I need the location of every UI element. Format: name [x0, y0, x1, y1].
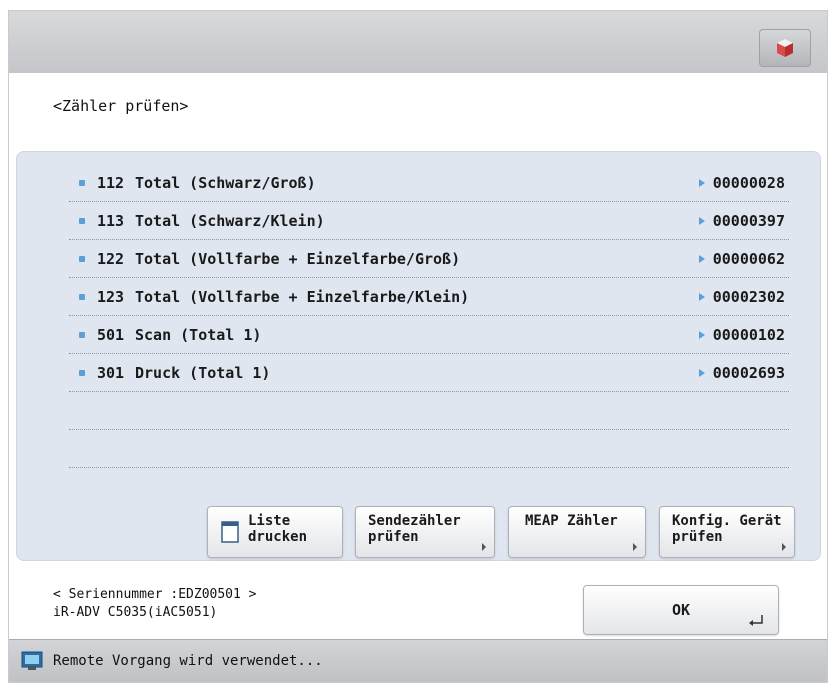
counter-label: Druck (Total 1) — [135, 363, 271, 382]
print-list-label: Liste drucken — [248, 513, 308, 545]
counter-row-empty — [69, 430, 789, 468]
serial-number: < Seriennummer :EDZ00501 > — [53, 587, 257, 602]
device-info: < Seriennummer :EDZ00501 > iR-ADV C5035(… — [53, 586, 257, 622]
counter-code: 301 — [97, 363, 125, 382]
counter-value: 00000102 — [712, 325, 785, 344]
arrow-right-icon — [698, 178, 705, 187]
check-send-counter-button[interactable]: Sendezähler prüfen — [355, 506, 495, 558]
counter-row: 112 Total (Schwarz/Groß) 00000028 — [69, 164, 789, 202]
chevron-right-icon — [782, 543, 786, 551]
top-bar — [9, 11, 827, 73]
monitor-icon — [21, 651, 43, 670]
counter-label: Total (Vollfarbe + Einzelfarbe/Groß) — [135, 249, 461, 268]
status-message: Remote Vorgang wird verwendet... — [53, 653, 323, 669]
arrow-right-icon — [698, 330, 705, 339]
ok-button[interactable]: OK — [583, 585, 779, 635]
bullet-icon — [79, 255, 85, 262]
chevron-right-icon — [633, 543, 637, 551]
counter-label: Total (Schwarz/Groß) — [135, 173, 316, 192]
chevron-right-icon — [482, 543, 486, 551]
counter-row: 301 Druck (Total 1) 00002693 — [69, 354, 789, 392]
bullet-icon — [79, 179, 85, 186]
check-device-config-button[interactable]: Konfig. Gerät prüfen — [659, 506, 795, 558]
counter-code: 123 — [97, 287, 125, 306]
counter-value: 00000397 — [712, 211, 785, 230]
arrow-right-icon — [698, 216, 705, 225]
enter-icon — [749, 615, 763, 626]
meap-counter-button[interactable]: MEAP Zähler — [508, 506, 646, 558]
counter-code: 112 — [97, 173, 125, 192]
printer-icon — [221, 521, 239, 543]
print-list-button[interactable]: Liste drucken — [207, 506, 343, 558]
counter-value: 00000062 — [712, 249, 785, 268]
arrow-right-icon — [698, 368, 705, 377]
meap-counter-label: MEAP Zähler — [525, 513, 618, 529]
counter-label: Total (Schwarz/Klein) — [135, 211, 325, 230]
page-title: <Zähler prüfen> — [53, 97, 189, 115]
counter-code: 122 — [97, 249, 125, 268]
bullet-icon — [79, 217, 85, 224]
top-right-button[interactable] — [759, 29, 811, 67]
counter-row: 122 Total (Vollfarbe + Einzelfarbe/Groß)… — [69, 240, 789, 278]
counter-row-empty — [69, 392, 789, 430]
counter-row: 113 Total (Schwarz/Klein) 00000397 — [69, 202, 789, 240]
check-device-config-label: Konfig. Gerät prüfen — [672, 513, 782, 545]
counter-value: 00002302 — [712, 287, 785, 306]
counter-row: 123 Total (Vollfarbe + Einzelfarbe/Klein… — [69, 278, 789, 316]
counter-code: 501 — [97, 325, 125, 344]
arrow-right-icon — [698, 254, 705, 263]
counter-label: Scan (Total 1) — [135, 325, 262, 344]
counter-list: 112 Total (Schwarz/Groß) 00000028 113 To… — [69, 164, 789, 468]
device-screen: <Zähler prüfen> 112 Total (Schwarz/Groß)… — [8, 10, 828, 683]
cube-icon — [777, 39, 793, 57]
status-bar: Remote Vorgang wird verwendet... — [9, 639, 827, 682]
counter-code: 113 — [97, 211, 125, 230]
bullet-icon — [79, 331, 85, 338]
arrow-right-icon — [698, 292, 705, 301]
counter-value: 00000028 — [712, 173, 785, 192]
counter-panel: 112 Total (Schwarz/Groß) 00000028 113 To… — [16, 151, 821, 561]
bullet-icon — [79, 369, 85, 376]
counter-row: 501 Scan (Total 1) 00000102 — [69, 316, 789, 354]
check-send-counter-label: Sendezähler prüfen — [368, 513, 461, 545]
counter-label: Total (Vollfarbe + Einzelfarbe/Klein) — [135, 287, 470, 306]
device-model: iR-ADV C5035(iAC5051) — [53, 605, 218, 620]
counter-value: 00002693 — [712, 363, 785, 382]
bullet-icon — [79, 293, 85, 300]
